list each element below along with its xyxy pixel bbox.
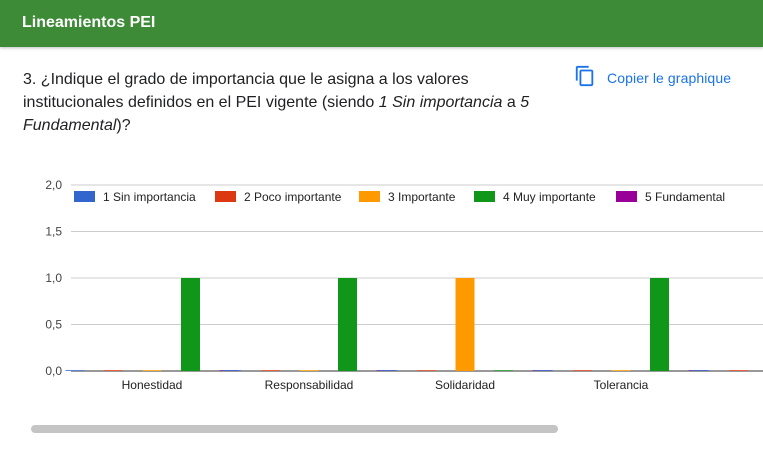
bar — [611, 370, 631, 371]
bar — [494, 370, 513, 371]
header-title: Lineamientos PEI — [22, 14, 156, 31]
y-tick-label: 1,0 — [45, 271, 62, 285]
bar — [573, 370, 592, 371]
bar — [142, 370, 162, 371]
legend-label: 4 Muy importante — [503, 190, 596, 204]
question-text: 3. ¿Indique el grado de importancia que … — [23, 68, 543, 137]
question-italic-1: 1 Sin importancia — [378, 94, 503, 111]
copy-chart-label: Copier le graphique — [607, 70, 732, 86]
x-tick-label: Tolerancia — [594, 378, 649, 392]
bar — [455, 278, 475, 371]
bar — [181, 278, 200, 371]
horizontal-scrollbar[interactable] — [31, 425, 558, 433]
legend-label: 1 Sin importancia — [103, 190, 196, 204]
legend-swatch — [215, 191, 236, 202]
legend-swatch — [359, 191, 380, 202]
bar — [534, 370, 554, 371]
bar — [690, 370, 710, 371]
y-tick-label: 0,5 — [45, 318, 62, 332]
bar — [104, 370, 123, 371]
bar — [222, 370, 242, 371]
y-tick-label: 2,0 — [45, 178, 62, 192]
bar — [261, 370, 280, 371]
x-tick-label: Honestidad — [122, 378, 183, 392]
legend-swatch — [474, 191, 495, 202]
copy-chart-button[interactable]: Copier le graphique — [574, 65, 732, 92]
x-tick-label: Responsabilidad — [265, 378, 354, 392]
legend-label: 5 Fundamental — [645, 190, 725, 204]
copy-icon — [574, 65, 596, 92]
y-tick-label: 0,0 — [45, 364, 62, 378]
header-bar: Lineamientos PEI — [0, 0, 763, 47]
y-tick-label: 1,5 — [45, 225, 62, 239]
legend-label: 3 Importante — [388, 190, 456, 204]
question-middle: a — [502, 94, 521, 111]
bar — [417, 370, 436, 371]
bar — [378, 370, 398, 371]
legend-swatch — [74, 191, 95, 202]
question-suffix: )? — [116, 117, 131, 134]
x-tick-label: Solidaridad — [435, 378, 495, 392]
bar — [729, 370, 748, 371]
bar — [65, 370, 85, 371]
bar — [338, 278, 357, 371]
legend-swatch — [616, 191, 637, 202]
bar — [650, 278, 669, 371]
legend-label: 2 Poco importante — [244, 190, 342, 204]
bar-chart: 0,0 0,5 1,0 1,5 2,0 1 Sin importancia 2 Poco i… — [45, 178, 763, 392]
bar — [299, 370, 319, 371]
